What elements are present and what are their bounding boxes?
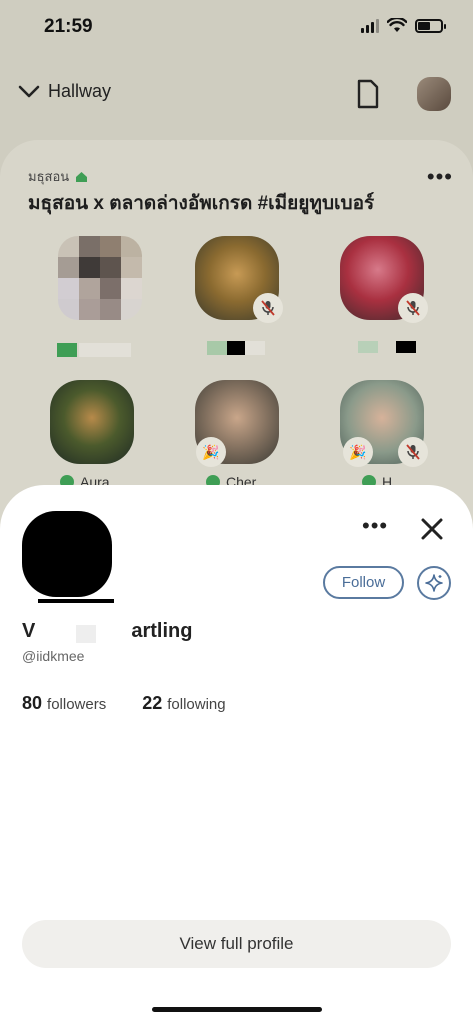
close-icon[interactable] [418, 515, 446, 543]
room-more-icon[interactable]: ••• [427, 164, 453, 190]
wifi-icon [387, 18, 407, 32]
my-avatar[interactable] [417, 77, 451, 111]
speaker-name-redacted [57, 343, 131, 357]
room-title: มธุสอน x ตลาดล่างอัพเกรด #เมียยูทูบเบอร์ [28, 193, 375, 214]
sparkle-icon [425, 574, 443, 592]
followers-count: 80 [22, 693, 43, 713]
speaker-avatar[interactable] [50, 380, 134, 464]
room-card: มธุสอน ••• มธุสอน x ตลาดล่างอัพเกรด #เมี… [0, 140, 473, 540]
avatar-redaction-bar [38, 599, 114, 603]
name-end: artling [131, 619, 193, 642]
profile-handle: @iidkmee [22, 651, 85, 664]
following-label: following [167, 696, 226, 713]
club-name: มธุสอน [28, 169, 70, 184]
status-time: 21:59 [44, 16, 93, 37]
speaker-avatar[interactable] [58, 236, 142, 320]
cellular-signal-icon [361, 18, 379, 33]
party-popper-icon: 🎉 [196, 437, 226, 467]
follow-button[interactable]: Follow [323, 566, 404, 599]
status-bar: 21:59 [0, 0, 473, 54]
profile-stats: 80 followers 22 following [22, 693, 226, 714]
speaker-name-redacted [358, 341, 416, 355]
name-start: V [22, 619, 36, 642]
sparkle-button[interactable] [417, 566, 451, 600]
mic-muted-icon [253, 293, 283, 323]
more-options-icon[interactable]: ••• [362, 513, 388, 539]
hallway-button[interactable]: Hallway [18, 81, 111, 102]
chevron-down-icon [18, 85, 40, 97]
profile-name: V artling [22, 618, 192, 644]
profile-avatar[interactable] [22, 511, 112, 597]
house-icon [76, 171, 88, 182]
top-nav: Hallway [0, 75, 473, 115]
battery-icon [415, 18, 446, 33]
mic-muted-icon [398, 437, 428, 467]
following-count: 22 [142, 693, 163, 713]
hallway-label: Hallway [48, 81, 112, 101]
view-full-profile-button[interactable]: View full profile [22, 920, 451, 968]
document-icon[interactable] [356, 79, 380, 109]
followers-label: followers [47, 696, 107, 713]
speaker-name-redacted [207, 341, 265, 355]
party-popper-icon: 🎉 [343, 437, 373, 467]
home-indicator [152, 1007, 322, 1012]
name-redaction-pixel [76, 625, 96, 643]
mic-muted-icon [398, 293, 428, 323]
followers-link[interactable]: 80 followers [22, 693, 106, 714]
following-link[interactable]: 22 following [142, 693, 225, 714]
club-row[interactable]: มธุสอน [28, 166, 88, 187]
status-icons [361, 18, 446, 33]
profile-sheet: ••• Follow V artling @iidkmee 80 follower… [0, 485, 473, 1024]
